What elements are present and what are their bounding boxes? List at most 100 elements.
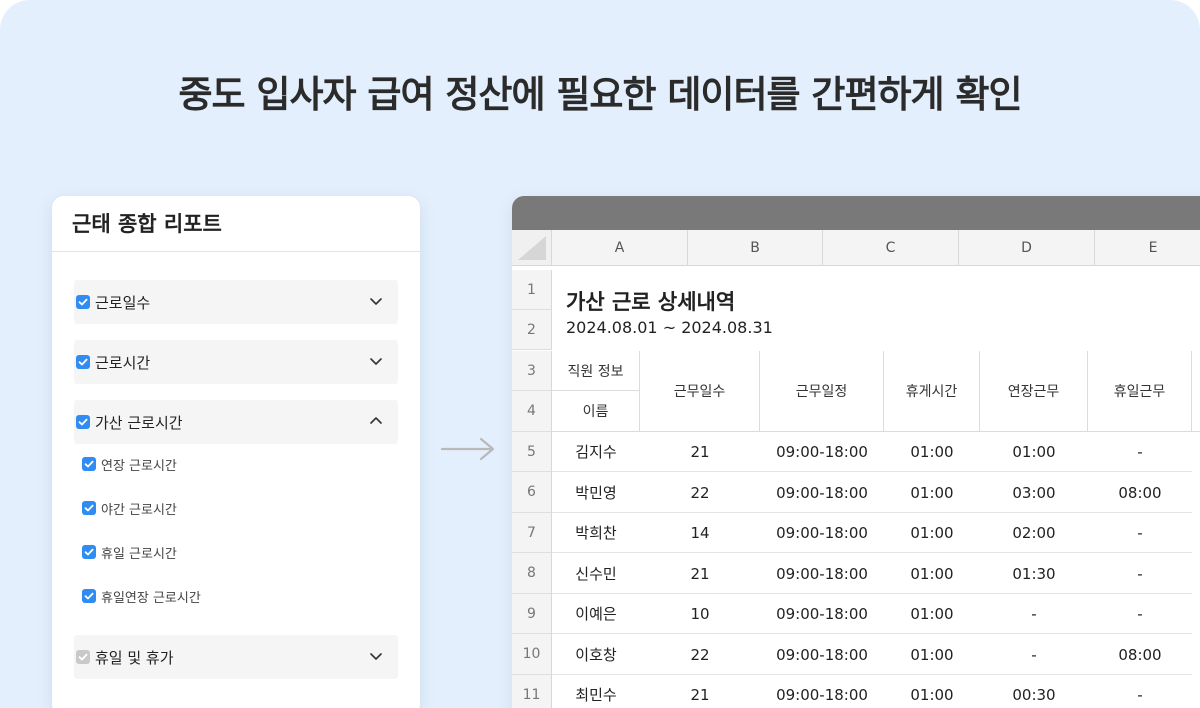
cell-break-time[interactable]: 01:00 [884,473,980,513]
checkbox-checked-icon[interactable] [76,295,90,309]
cell-overtime[interactable]: 00:30 [980,675,1088,708]
option-work-days[interactable]: 근로일수 [74,280,398,324]
cell-overtime[interactable]: 01:00 [980,432,1088,472]
cell-work-days[interactable]: 21 [640,432,760,472]
cell-break-time[interactable]: 01:00 [884,513,980,553]
cell-work-days[interactable]: 21 [640,675,760,708]
checkbox-checked-icon[interactable] [82,501,96,515]
sub-option-holiday[interactable]: 휴일 근로시간 [82,541,177,563]
chevron-down-icon[interactable] [368,353,384,369]
cell-name[interactable]: 김지수 [552,432,640,472]
sub-option-label: 연장 근로시간 [101,458,177,474]
cell-work-schedule[interactable]: 09:00-18:00 [760,635,884,675]
sub-option-holiday-overtime[interactable]: 휴일연장 근로시간 [82,585,201,607]
cell-overtime[interactable]: 03:00 [980,473,1088,513]
column-header-c[interactable]: C [823,230,959,266]
option-label: 근로일수 [95,293,151,312]
header-holiday-work: 휴일근무 [1088,351,1192,432]
cell-break-time[interactable]: 01:00 [884,432,980,472]
row-header[interactable]: 9 [512,594,552,634]
select-all-corner[interactable] [512,230,552,266]
cell-break-time[interactable]: 01:00 [884,635,980,675]
cell-holiday-work[interactable]: - [1088,594,1192,634]
arrow-right-icon [440,437,495,461]
row-header[interactable]: 8 [512,553,552,594]
sub-option-label: 휴일 근로시간 [101,546,177,562]
row-header[interactable]: 4 [512,391,552,432]
cell-work-days[interactable]: 21 [640,554,760,594]
row-header[interactable]: 7 [512,513,552,553]
row-header[interactable]: 6 [512,472,552,513]
option-label: 휴일 및 휴가 [95,648,174,667]
cell-holiday-work[interactable]: 08:00 [1088,473,1192,513]
option-work-hours[interactable]: 근로시간 [74,340,398,384]
cell-work-schedule[interactable]: 09:00-18:00 [760,554,884,594]
sub-option-overtime[interactable]: 연장 근로시간 [82,453,177,475]
cell-holiday-work[interactable]: - [1088,554,1192,594]
cell-work-schedule[interactable]: 09:00-18:00 [760,513,884,553]
cell-name[interactable]: 박희찬 [552,513,640,553]
cell-work-schedule[interactable]: 09:00-18:00 [760,432,884,472]
checkbox-checked-icon[interactable] [76,355,90,369]
sub-option-label: 휴일연장 근로시간 [101,590,201,606]
cell-name[interactable]: 최민수 [552,675,640,708]
sub-option-label: 야간 근로시간 [101,502,177,518]
promo-canvas: 중도 입사자 급여 정산에 필요한 데이터를 간편하게 확인 근태 종합 리포트… [0,0,1200,708]
attendance-report-panel: 근태 종합 리포트 근로일수 근로시간 가산 근로시간 연장 근로시간 야간 근… [52,196,420,708]
cell-holiday-work[interactable]: - [1088,675,1192,708]
cell-overtime[interactable]: 02:00 [980,513,1088,553]
row-header[interactable]: 5 [512,432,552,472]
cell-name[interactable]: 이호창 [552,635,640,675]
cell-break-time[interactable]: 01:00 [884,675,980,708]
header-employee-info: 직원 정보 [552,351,640,391]
cell-name[interactable]: 신수민 [552,554,640,594]
cell-work-schedule[interactable]: 09:00-18:00 [760,473,884,513]
column-header-b[interactable]: B [688,230,823,266]
row-header[interactable]: 3 [512,351,552,391]
cell-holiday-work[interactable]: - [1088,432,1192,472]
chevron-down-icon[interactable] [368,648,384,664]
report-title: 가산 근로 상세내역 [566,290,736,314]
column-header-e[interactable]: E [1095,230,1200,266]
window-titlebar [512,196,1200,230]
cell-work-days[interactable]: 10 [640,594,760,634]
chevron-up-icon[interactable] [368,413,384,429]
cell-holiday-work[interactable]: 08:00 [1088,635,1192,675]
option-label: 근로시간 [95,353,151,372]
cell-work-schedule[interactable]: 09:00-18:00 [760,675,884,708]
checkbox-checked-icon[interactable] [76,415,90,429]
row-header[interactable]: 10 [512,634,552,675]
checkbox-checked-icon[interactable] [82,545,96,559]
column-header-d[interactable]: D [959,230,1095,266]
cell-name[interactable]: 박민영 [552,473,640,513]
cell-break-time[interactable]: 01:00 [884,594,980,634]
cell-holiday-work[interactable]: - [1088,513,1192,553]
option-holiday-leave[interactable]: 휴일 및 휴가 [74,635,398,679]
cell-work-schedule[interactable]: 09:00-18:00 [760,594,884,634]
column-header-a[interactable]: A [552,230,688,266]
checkbox-disabled-icon [76,650,90,664]
chevron-down-icon[interactable] [368,293,384,309]
checkbox-checked-icon[interactable] [82,589,96,603]
cell-work-days[interactable]: 22 [640,635,760,675]
cell-overtime[interactable]: - [980,594,1088,634]
cell-overtime[interactable]: 01:30 [980,554,1088,594]
sub-option-night[interactable]: 야간 근로시간 [82,497,177,519]
row-header[interactable]: 1 [512,270,552,310]
checkbox-checked-icon[interactable] [82,457,96,471]
header-work-schedule: 근무일정 [760,351,884,432]
cell-overtime[interactable]: - [980,635,1088,675]
header-overtime: 연장근무 [980,351,1088,432]
cell-work-days[interactable]: 14 [640,513,760,553]
cell-work-days[interactable]: 22 [640,473,760,513]
headline: 중도 입사자 급여 정산에 필요한 데이터를 간편하게 확인 [178,73,1022,116]
cell-name[interactable]: 이예은 [552,594,640,634]
header-overflow [1192,351,1200,432]
option-label: 가산 근로시간 [95,413,183,432]
row-header[interactable]: 2 [512,310,552,350]
panel-title: 근태 종합 리포트 [52,196,420,252]
cell-break-time[interactable]: 01:00 [884,554,980,594]
header-name: 이름 [552,391,640,432]
option-extra-work-hours[interactable]: 가산 근로시간 [74,400,398,444]
row-header[interactable]: 11 [512,675,552,708]
